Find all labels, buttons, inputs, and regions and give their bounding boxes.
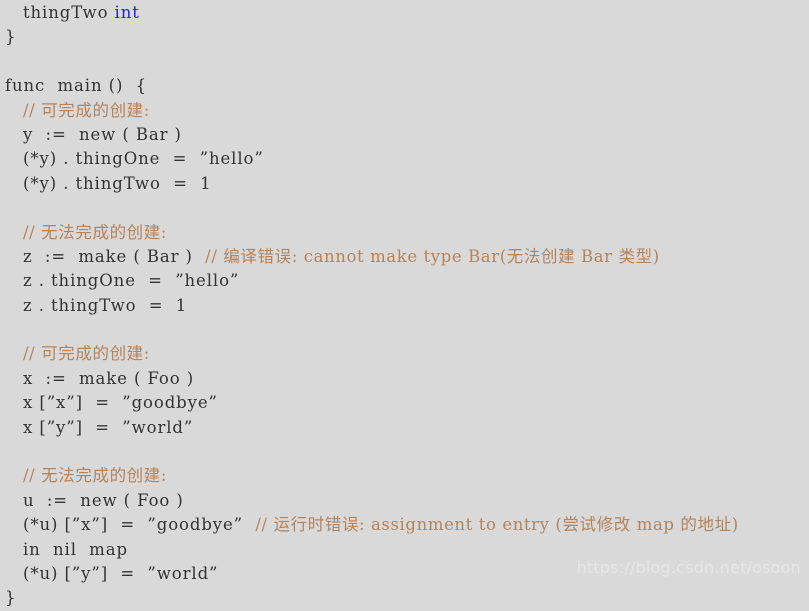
code-token-string: ”y” bbox=[71, 563, 101, 583]
code-token-plain: z . thingOne = bbox=[23, 271, 176, 291]
code-token-string: ”x” bbox=[71, 515, 101, 535]
code-line: func main () { bbox=[5, 74, 809, 98]
code-line: thingTwo int bbox=[5, 1, 809, 25]
code-token-comment: // 无法完成的创建: bbox=[23, 222, 168, 242]
code-token-plain: x [ bbox=[23, 393, 47, 413]
code-token-plain: ] = bbox=[75, 417, 123, 437]
code-line: (*y) . thingTwo = 1 bbox=[5, 172, 809, 196]
code-token-plain: func main () { bbox=[5, 76, 147, 96]
code-line: // 可完成的创建: bbox=[5, 342, 809, 366]
code-token-plain: ] = bbox=[100, 515, 148, 535]
code-line: y := new ( Bar ) bbox=[5, 123, 809, 147]
code-token-plain: } bbox=[5, 588, 17, 608]
code-line: // 无法完成的创建: bbox=[5, 221, 809, 245]
code-token-string: ”y” bbox=[46, 417, 76, 437]
code-token-plain: x := make ( Foo ) bbox=[23, 368, 195, 388]
code-line: z . thingTwo = 1 bbox=[5, 294, 809, 318]
code-token-plain: in nil map bbox=[23, 539, 128, 559]
code-token-plain: z . thingTwo = 1 bbox=[23, 295, 188, 315]
code-token-plain: (*u) [ bbox=[23, 563, 72, 583]
code-token-string: ”goodbye” bbox=[122, 393, 218, 413]
code-block: thingTwo int} func main () { // 可完成的创建: y … bbox=[0, 0, 809, 607]
code-line: } bbox=[5, 25, 809, 49]
code-token-plain: (*u) [ bbox=[23, 515, 72, 535]
code-token-string: ”hello” bbox=[175, 271, 240, 291]
code-token-string: ”world” bbox=[122, 417, 194, 437]
code-token-string: ”goodbye” bbox=[147, 515, 244, 535]
code-token-plain: } bbox=[5, 27, 17, 47]
code-line: u := new ( Foo ) bbox=[5, 489, 809, 513]
code-token-plain: (*y) . thingTwo = 1 bbox=[23, 173, 212, 193]
code-token-comment: // 运行时错误: assignment to entry (尝试修改 map … bbox=[255, 515, 739, 535]
code-line: x [”y”] = ”world” bbox=[5, 416, 809, 440]
watermark-text: https://blog.csdn.net/osoon bbox=[576, 558, 801, 577]
code-line: } bbox=[5, 586, 809, 610]
code-line: z . thingOne = ”hello” bbox=[5, 269, 809, 293]
code-line: z := make ( Bar ) // 编译错误: cannot make t… bbox=[5, 245, 809, 269]
code-token-plain: y := new ( Bar ) bbox=[23, 124, 182, 144]
code-token-plain: z := make ( Bar ) bbox=[23, 246, 206, 266]
code-token-plain: u := new ( Foo ) bbox=[23, 490, 184, 510]
code-token-plain: ] = bbox=[100, 563, 148, 583]
code-line: // 无法完成的创建: bbox=[5, 464, 809, 488]
code-line: (*u) [”x”] = ”goodbye” // 运行时错误: assignm… bbox=[5, 513, 809, 537]
code-token-plain: ] = bbox=[75, 393, 123, 413]
code-line: x := make ( Foo ) bbox=[5, 367, 809, 391]
code-token-comment: // 可完成的创建: bbox=[23, 344, 150, 364]
code-token-keyword: int bbox=[114, 3, 140, 22]
code-token-plain: (*y) . thingOne = bbox=[23, 149, 200, 169]
code-token-comment: // 编译错误: cannot make type Bar(无法创建 Bar 类… bbox=[205, 246, 660, 266]
code-token-string: ”hello” bbox=[199, 149, 264, 169]
code-token-string: ”x” bbox=[46, 393, 76, 413]
code-lines-container: thingTwo int} func main () { // 可完成的创建: y … bbox=[5, 1, 809, 611]
code-token-plain: thingTwo bbox=[23, 3, 115, 22]
code-line: // 可完成的创建: bbox=[5, 99, 809, 123]
code-line: x [”x”] = ”goodbye” bbox=[5, 391, 809, 415]
code-token-comment: // 无法完成的创建: bbox=[23, 466, 168, 486]
code-token-string: ”world” bbox=[147, 563, 219, 583]
code-token-comment: // 可完成的创建: bbox=[23, 100, 150, 120]
code-line: (*y) . thingOne = ”hello” bbox=[5, 147, 809, 171]
code-token-plain: x [ bbox=[23, 417, 47, 437]
